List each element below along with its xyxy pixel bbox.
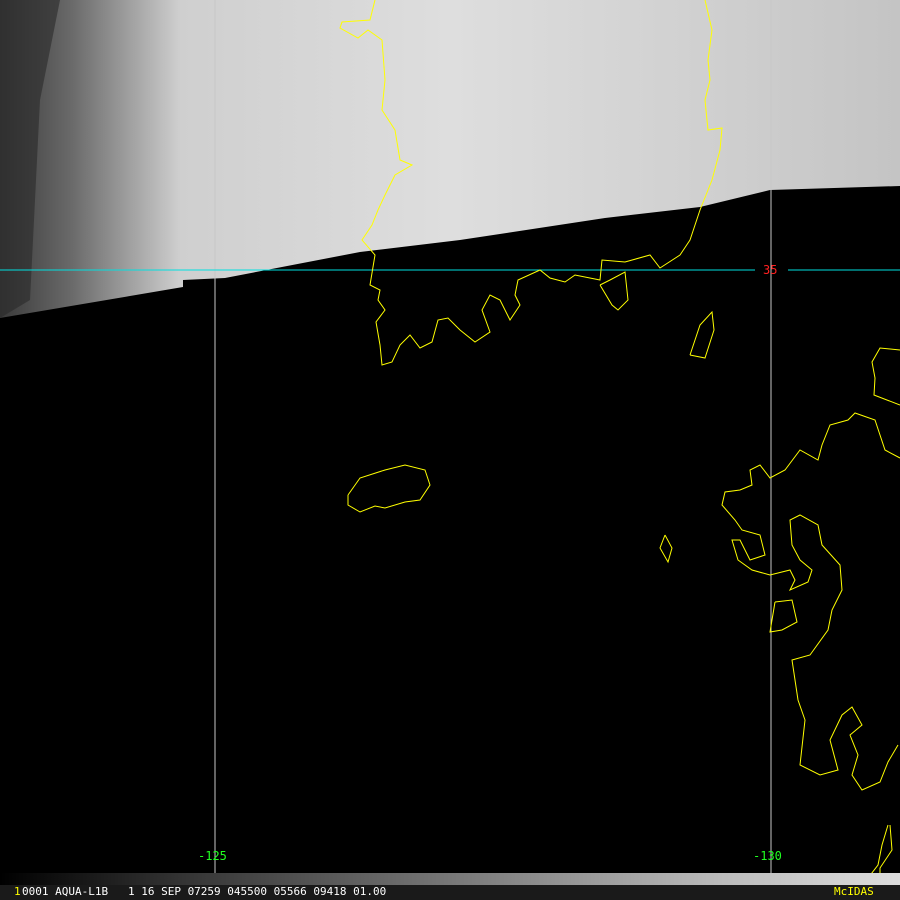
satellite-map bbox=[0, 0, 900, 885]
coastline bbox=[599, 271, 629, 311]
frame-number: 1 bbox=[14, 885, 21, 898]
coastline bbox=[871, 347, 900, 406]
mcidas-logo: McIDAS bbox=[834, 885, 874, 898]
island-coastline bbox=[769, 599, 798, 633]
coastline bbox=[867, 824, 893, 881]
status-bar: 1 0001 AQUA-L1B 1 16 SEP 07259 045500 05… bbox=[0, 885, 900, 900]
coastline bbox=[689, 310, 715, 359]
coastline bbox=[721, 412, 900, 791]
island-coastline bbox=[659, 534, 673, 564]
latitude-label: 35 bbox=[763, 263, 778, 277]
satellite-image-frame: 35 -125 -130 1 0001 AQUA-L1B 1 16 SEP 07… bbox=[0, 0, 900, 900]
longitude-label-125: -125 bbox=[198, 849, 227, 863]
longitude-label-130: -130 bbox=[753, 849, 782, 863]
island-coastline bbox=[347, 464, 431, 513]
image-info: 0001 AQUA-L1B 1 16 SEP 07259 045500 0556… bbox=[22, 885, 387, 898]
grayscale-colorbar bbox=[0, 873, 900, 885]
